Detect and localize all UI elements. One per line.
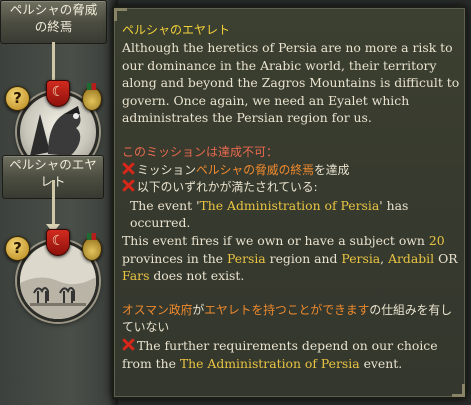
req1-suffix: を達成: [313, 162, 350, 177]
mission-title-line1: ペルシャのエヤ: [9, 157, 97, 172]
crescent-flag-icon: ☾: [46, 80, 70, 107]
mission-title-line1: ペルシャの脅威: [9, 2, 98, 17]
fires-tag-ardabil[interactable]: Ardabil: [388, 251, 434, 266]
tooltip-description: Although the heretics of Persia are no m…: [122, 40, 460, 126]
mission-title-line2: の終焉: [34, 19, 73, 34]
mission-tree: ペルシャの脅威 の終焉 ? ☾ ペルシャのエヤ レト ? ☾: [0, 0, 118, 405]
requirement-event-occurred: The event 'The Administration of Persia'…: [122, 197, 460, 232]
requirement-any-of: 以下のいずれかが満たされている:: [122, 179, 460, 197]
fires-region[interactable]: Persia: [227, 251, 266, 266]
fires-text: OR: [434, 250, 458, 266]
event-prefix: The event ': [130, 197, 200, 213]
further-text: event.: [359, 355, 403, 371]
question-badge-icon[interactable]: ?: [5, 236, 30, 261]
ottoman-text: が: [192, 302, 205, 317]
event-fires-description: This event fires if we own or have a sub…: [122, 232, 460, 285]
fires-count: 20: [428, 232, 445, 248]
further-event-name[interactable]: The Administration of Persia: [180, 356, 360, 371]
unavailable-header: このミッションは達成不可：: [122, 144, 279, 159]
fires-text: ,: [380, 250, 389, 266]
medal-award-icon[interactable]: [82, 233, 102, 261]
tree-connector: [52, 180, 55, 230]
ottoman-mechanic-requirement: オスマン政府がエヤレトを持つことができますの仕組みを有していない: [122, 302, 460, 337]
req1-mission-link[interactable]: ペルシャの脅威の終焉: [196, 163, 314, 177]
tooltip-title: ペルシャのエヤレト: [122, 23, 231, 37]
medal-award-icon[interactable]: [82, 83, 102, 111]
fires-tag-fars[interactable]: Fars: [122, 268, 149, 283]
further-requirements: The further requirements depend on our c…: [122, 337, 460, 372]
fires-text: does not exist.: [149, 268, 245, 284]
fires-text: provinces in the: [122, 250, 227, 266]
crescent-flag-icon: ☾: [46, 229, 70, 256]
x-mark-icon: [122, 162, 135, 175]
mission-tooltip: ペルシャのエヤレト Although the heretics of Persi…: [112, 6, 467, 399]
x-mark-icon: [122, 338, 135, 351]
fires-text: This event fires if we own or have a sub…: [122, 232, 429, 248]
requirement-mission-complete: ミッションペルシャの脅威の終焉を達成: [122, 162, 460, 180]
mission-node-end-of-persian-threat-label[interactable]: ペルシャの脅威 の終焉: [0, 0, 107, 44]
event-name[interactable]: The Administration of Persia: [200, 198, 380, 213]
req2-text: 以下のいずれかが満たされている:: [137, 180, 318, 195]
eyalet-mechanic[interactable]: エヤレトを持つことができます: [204, 303, 369, 317]
tooltip-content: ペルシャのエヤレト Although the heretics of Persi…: [122, 22, 460, 372]
ottoman-government[interactable]: オスマン政府: [122, 303, 192, 317]
fires-text: region and: [265, 250, 342, 266]
x-mark-icon: [122, 179, 135, 192]
fires-tag-persia[interactable]: Persia: [341, 251, 380, 266]
question-badge-icon[interactable]: ?: [5, 86, 30, 111]
req1-prefix: ミッション: [137, 162, 196, 177]
